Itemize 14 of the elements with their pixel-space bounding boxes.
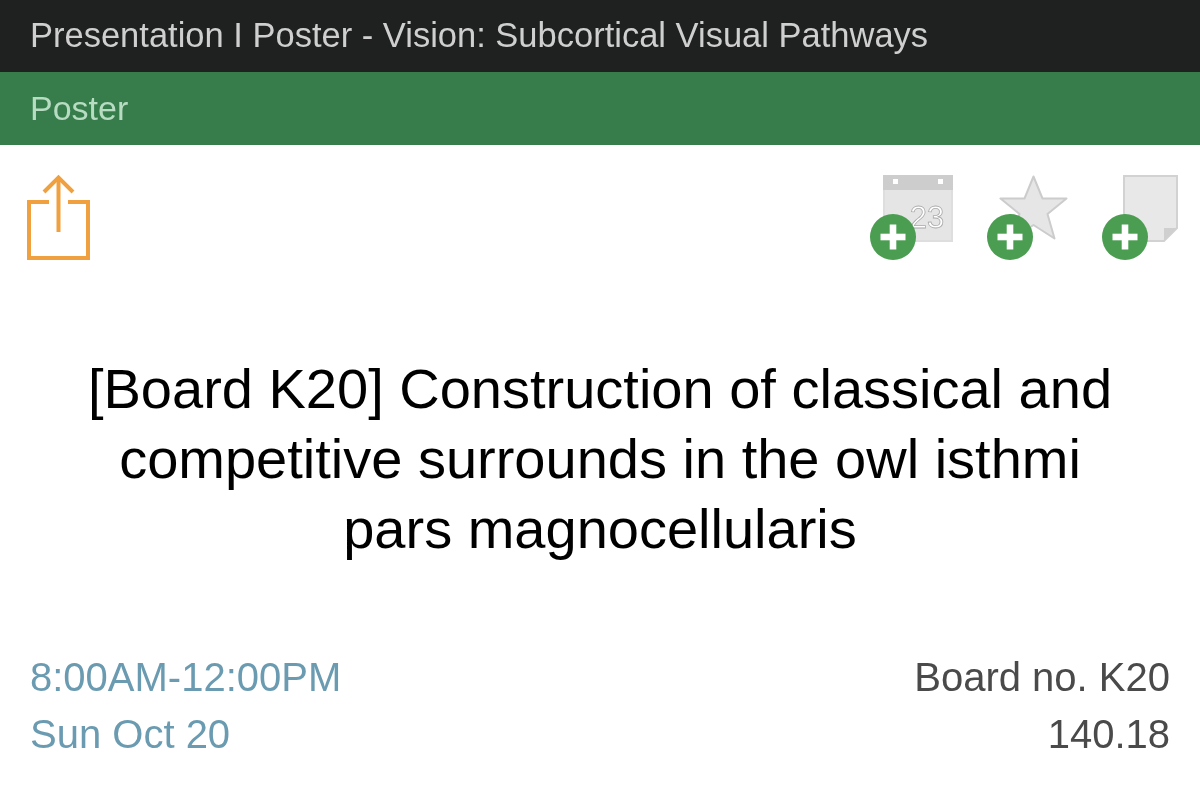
plus-icon (987, 214, 1033, 260)
add-to-calendar-button[interactable]: 23 (870, 175, 953, 260)
session-date: Sun Oct 20 (30, 711, 232, 758)
board-number: Board no. K20 (914, 654, 1170, 701)
add-to-favorites-button[interactable] (987, 175, 1068, 260)
plus-icon (1102, 214, 1148, 260)
poster-title: [Board K20] Construction of classical and competitive surrounds in the owl isthmi pars magnocellularis (86, 355, 1114, 562)
window-title: Presentation I Poster - Vision: Subcortical Visual Pathways (30, 15, 929, 57)
share-icon (27, 174, 90, 260)
abstract-number: 140.18 (1047, 711, 1170, 758)
session-time: 8:00AM-12:00PM (30, 654, 342, 701)
category-label: Poster (30, 88, 129, 129)
share-button[interactable] (27, 174, 90, 260)
add-note-button[interactable] (1102, 175, 1178, 260)
